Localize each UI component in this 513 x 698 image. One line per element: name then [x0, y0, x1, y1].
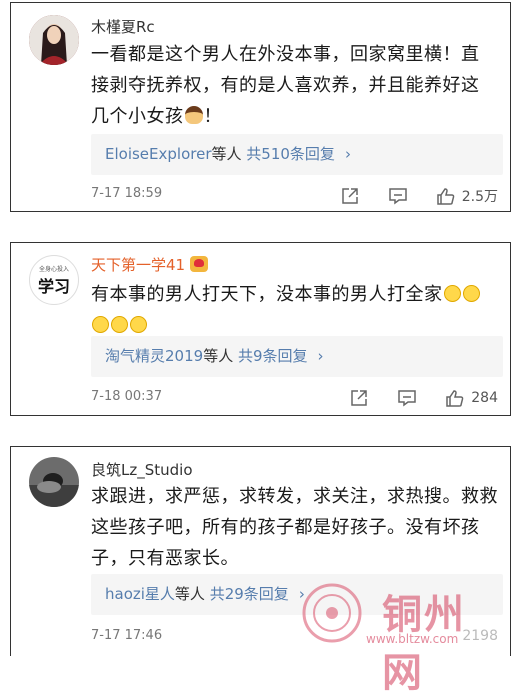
- like-icon[interactable]: [445, 389, 465, 407]
- comment-icon[interactable]: [388, 187, 408, 205]
- avatar[interactable]: [29, 457, 79, 507]
- girl-emoji: [184, 106, 203, 124]
- watermark: 铜州网 www.bltzw.com: [300, 580, 505, 696]
- like-count: 284: [471, 390, 498, 406]
- chevron-right-icon: ›: [344, 145, 351, 163]
- avatar[interactable]: [29, 15, 79, 65]
- comment-card: 全身心投入 学习 天下第一学41 有本事的男人打天下，没本事的男人打全家 淘气精…: [10, 242, 511, 416]
- reply-summary[interactable]: 淘气精灵2019等人 共9条回复 ›: [91, 336, 503, 377]
- comment-text: 有本事的男人打天下，没本事的男人打全家: [91, 279, 501, 341]
- smile-emoji: [92, 316, 109, 333]
- username[interactable]: 良筑Lz_Studio: [91, 459, 193, 480]
- chevron-right-icon: ›: [317, 347, 324, 365]
- like-count: 2.5万: [461, 189, 498, 205]
- comment-footer: 7-18 00:37 284: [91, 389, 498, 407]
- smile-emoji: [111, 316, 128, 333]
- comment-text: 求跟进，求严惩，求转发，求关注，求热搜。救救 这些孩子吧，所有的孩子都是好孩子。…: [91, 486, 498, 569]
- timestamp: 7-17 18:59: [91, 186, 163, 201]
- timestamp: 7-18 00:37: [91, 389, 163, 404]
- reply-summary[interactable]: EloiseExplorer等人 共510条回复 ›: [91, 134, 503, 175]
- comment-footer: 7-17 18:59 2.5万: [91, 186, 498, 205]
- timestamp: 7-17 17:46: [91, 628, 163, 643]
- smile-emoji: [462, 285, 480, 302]
- comment-icon[interactable]: [397, 389, 417, 407]
- username[interactable]: 木槿夏Rc: [91, 16, 155, 37]
- comment-text: 一看都是这个男人在外没本事，回家窝里横！直 接剥夺抚养权，有的是人喜欢养，并且能…: [91, 44, 480, 127]
- like-icon[interactable]: [436, 187, 456, 205]
- smile-emoji: [130, 316, 147, 333]
- share-icon[interactable]: [349, 389, 369, 407]
- smile-emoji: [443, 285, 461, 302]
- username[interactable]: 天下第一学41: [91, 254, 208, 275]
- avatar[interactable]: 全身心投入 学习: [29, 255, 79, 305]
- vip-crown-icon: [189, 256, 208, 272]
- share-icon[interactable]: [340, 187, 360, 205]
- watermark-url: www.bltzw.com: [366, 632, 459, 646]
- comment-card: 木槿夏Rc 一看都是这个男人在外没本事，回家窝里横！直 接剥夺抚养权，有的是人喜…: [10, 2, 511, 212]
